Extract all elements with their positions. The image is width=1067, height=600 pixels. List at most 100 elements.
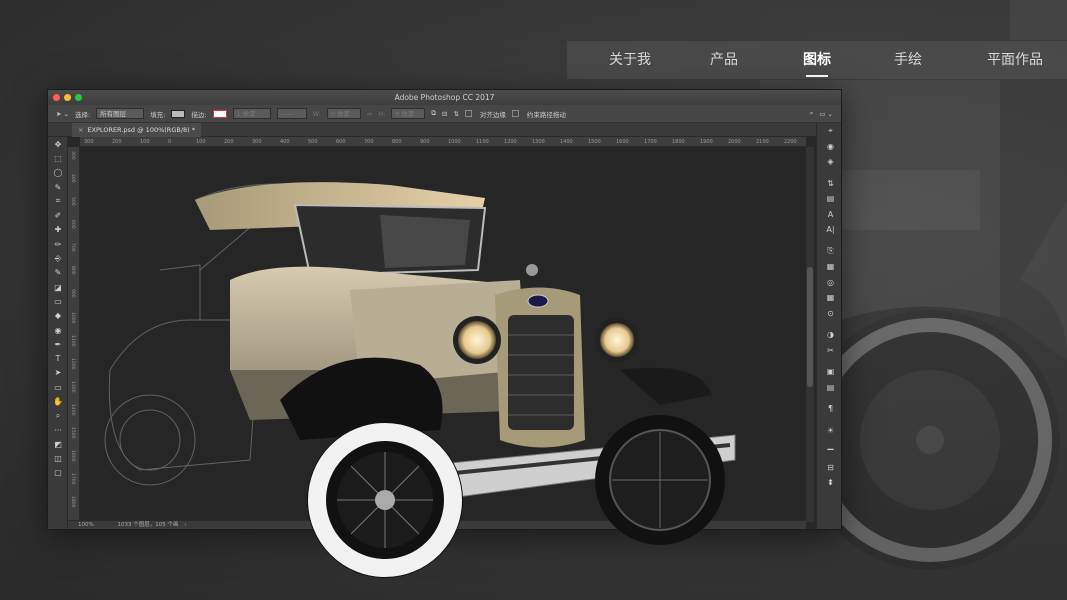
window-title: Adobe Photoshop CC 2017	[394, 93, 495, 102]
info-icon[interactable]: ⊙	[817, 306, 841, 322]
path-alignment-icon[interactable]: ⊟	[442, 110, 447, 118]
vertical-scrollbar[interactable]	[806, 147, 814, 522]
grid-icon[interactable]: ▦	[817, 290, 841, 306]
histogram-icon[interactable]: ▁	[817, 438, 841, 454]
height-field[interactable]: 0 像素	[391, 108, 426, 119]
close-window-button[interactable]	[53, 94, 60, 101]
ruler-tick-label: 2200	[784, 139, 797, 145]
history-brush-tool-icon[interactable]: ✎	[48, 266, 68, 280]
ruler-tick-label: 400	[70, 174, 75, 183]
more-tools-icon[interactable]: ···	[48, 423, 68, 437]
ruler-tick-label: 1500	[70, 427, 75, 439]
h-label: H:	[378, 109, 386, 118]
ruler-tick-label: 1600	[70, 450, 75, 462]
channels-icon[interactable]: ▣	[817, 364, 841, 380]
mask-icon[interactable]: ◑	[817, 327, 841, 343]
blur-tool-icon[interactable]: ◆	[48, 309, 68, 323]
pen-tool-icon[interactable]: ✒	[48, 337, 68, 351]
path-icon[interactable]: ⌖	[817, 123, 841, 139]
paragraph-mark-icon[interactable]: ¶	[817, 401, 841, 417]
align-edges-label: 对齐边缘	[479, 110, 506, 119]
stamp-tool-icon[interactable]: ⎆	[48, 251, 68, 265]
chevron-right-icon[interactable]: ›	[184, 522, 186, 528]
screen-mode-icon[interactable]: ▢	[48, 466, 68, 480]
fill-swatch[interactable]	[171, 109, 186, 118]
lasso-tool-icon[interactable]: ◯	[48, 166, 68, 180]
options-bar: ➤ ⌄ 选择: 所有图层 填充: 描边: 1 像素 —— W: 0 像素 ∞ H…	[48, 105, 841, 123]
constrain-path-checkbox[interactable]	[511, 110, 519, 117]
panel-dock: ⌖ ◉ ◈ ⇅ ▤ A A| ⎘ ▦ ◎ ▦ ⊙ ◑ ✂ ▣ ▤ ¶ ☀ ▁ ⊟ ⬍	[816, 123, 841, 529]
path-operations-icon[interactable]: ⧉	[431, 109, 436, 118]
quick-select-tool-icon[interactable]: ✎	[48, 180, 68, 194]
sun-icon[interactable]: ☀	[817, 423, 841, 439]
stroke-type-dropdown[interactable]: ——	[276, 108, 307, 119]
document-tab-title: EXPLORER.psd @ 100%(RGB/8) *	[87, 126, 195, 134]
document-tab[interactable]: × EXPLORER.psd @ 100%(RGB/8) *	[72, 123, 201, 137]
marquee-tool-icon[interactable]: ⬚	[48, 151, 68, 165]
align-edges-checkbox[interactable]	[464, 110, 472, 117]
gradient-tool-icon[interactable]: ▭	[48, 294, 68, 308]
brush-tool-icon[interactable]: ✏	[48, 237, 68, 251]
crop-tool-icon[interactable]: ⌗	[48, 194, 68, 208]
document-canvas[interactable]	[80, 147, 806, 522]
ruler-tick-label: 1500	[588, 139, 601, 145]
properties-icon[interactable]: ▤	[817, 380, 841, 396]
select-layers-dropdown[interactable]: 所有图层	[96, 108, 145, 119]
zoom-level[interactable]: 100%	[78, 522, 94, 528]
width-field[interactable]: 0 像素	[326, 108, 361, 119]
path-arrangement-icon[interactable]: ⇅	[453, 110, 458, 118]
adjust-icon[interactable]: ⇅	[817, 176, 841, 192]
rectangle-tool-icon[interactable]: ▭	[48, 380, 68, 394]
zoom-window-button[interactable]	[75, 94, 82, 101]
library-icon[interactable]: ⎘	[817, 244, 841, 260]
character-icon[interactable]: A	[817, 207, 841, 223]
nav-item-products[interactable]: 产品	[694, 41, 754, 79]
color-swatches-icon[interactable]: ◩	[48, 437, 68, 451]
ruler-tick-label: 300	[70, 151, 75, 160]
search-icon[interactable]: ⌕	[810, 109, 814, 118]
ruler-tick-label: 1100	[70, 335, 75, 347]
nav-item-about[interactable]: 关于我	[600, 41, 660, 79]
workspace-icon[interactable]: ▭ ⌄	[819, 110, 833, 118]
type-tool-icon[interactable]: T	[48, 351, 68, 365]
color-icon[interactable]: ◉	[817, 139, 841, 155]
tools-icon[interactable]: ✂	[817, 343, 841, 359]
move-tool-icon[interactable]: ✥	[48, 137, 68, 151]
document-tab-bar: × EXPLORER.psd @ 100%(RGB/8) *	[48, 123, 841, 137]
w-label: W:	[312, 109, 321, 118]
ruler-tick-label: 100	[140, 139, 150, 145]
quick-mask-icon[interactable]: ◫	[48, 452, 68, 466]
layers-icon[interactable]: ◈	[817, 154, 841, 170]
hand-tool-icon[interactable]: ✋	[48, 394, 68, 408]
ruler-tick-label: 100	[196, 139, 206, 145]
clone-source-icon[interactable]: ⬍	[817, 475, 841, 491]
ruler-tick-label: 1200	[504, 139, 517, 145]
ruler-tick-label: 400	[280, 139, 290, 145]
healing-tool-icon[interactable]: ✚	[48, 223, 68, 237]
styles-icon[interactable]: ▦	[817, 259, 841, 275]
close-tab-icon[interactable]: ×	[78, 126, 83, 134]
scrollbar-thumb[interactable]	[807, 267, 813, 387]
ruler-tick-label: 1300	[532, 139, 545, 145]
dodge-tool-icon[interactable]: ◉	[48, 323, 68, 337]
stroke-width-field[interactable]: 1 像素	[232, 108, 271, 119]
nav-item-graphic-works[interactable]: 平面作品	[970, 41, 1060, 79]
minimize-window-button[interactable]	[64, 94, 71, 101]
path-select-tool-icon[interactable]: ➤	[48, 366, 68, 380]
eraser-tool-icon[interactable]: ◪	[48, 280, 68, 294]
ruler-tick-label: 900	[420, 139, 430, 145]
nav-item-icons[interactable]: 图标	[787, 41, 847, 79]
brush-settings-icon[interactable]: ▤	[817, 191, 841, 207]
zoom-tool-icon[interactable]: ⌕	[48, 409, 68, 423]
ruler-tick-label: 300	[252, 139, 262, 145]
ruler-tick-label: 200	[112, 139, 122, 145]
paragraph-icon[interactable]: A|	[817, 222, 841, 238]
ruler-tick-label: 1800	[672, 139, 685, 145]
path-select-tool-icon[interactable]: ➤ ⌄	[56, 110, 69, 118]
link-icon[interactable]: ∞	[367, 110, 372, 118]
eyedropper-tool-icon[interactable]: ✐	[48, 208, 68, 222]
3d-icon[interactable]: ◎	[817, 275, 841, 291]
stroke-swatch[interactable]	[212, 109, 227, 118]
nav-item-hand-drawn[interactable]: 手绘	[878, 41, 938, 79]
align-icon[interactable]: ⊟	[817, 460, 841, 476]
